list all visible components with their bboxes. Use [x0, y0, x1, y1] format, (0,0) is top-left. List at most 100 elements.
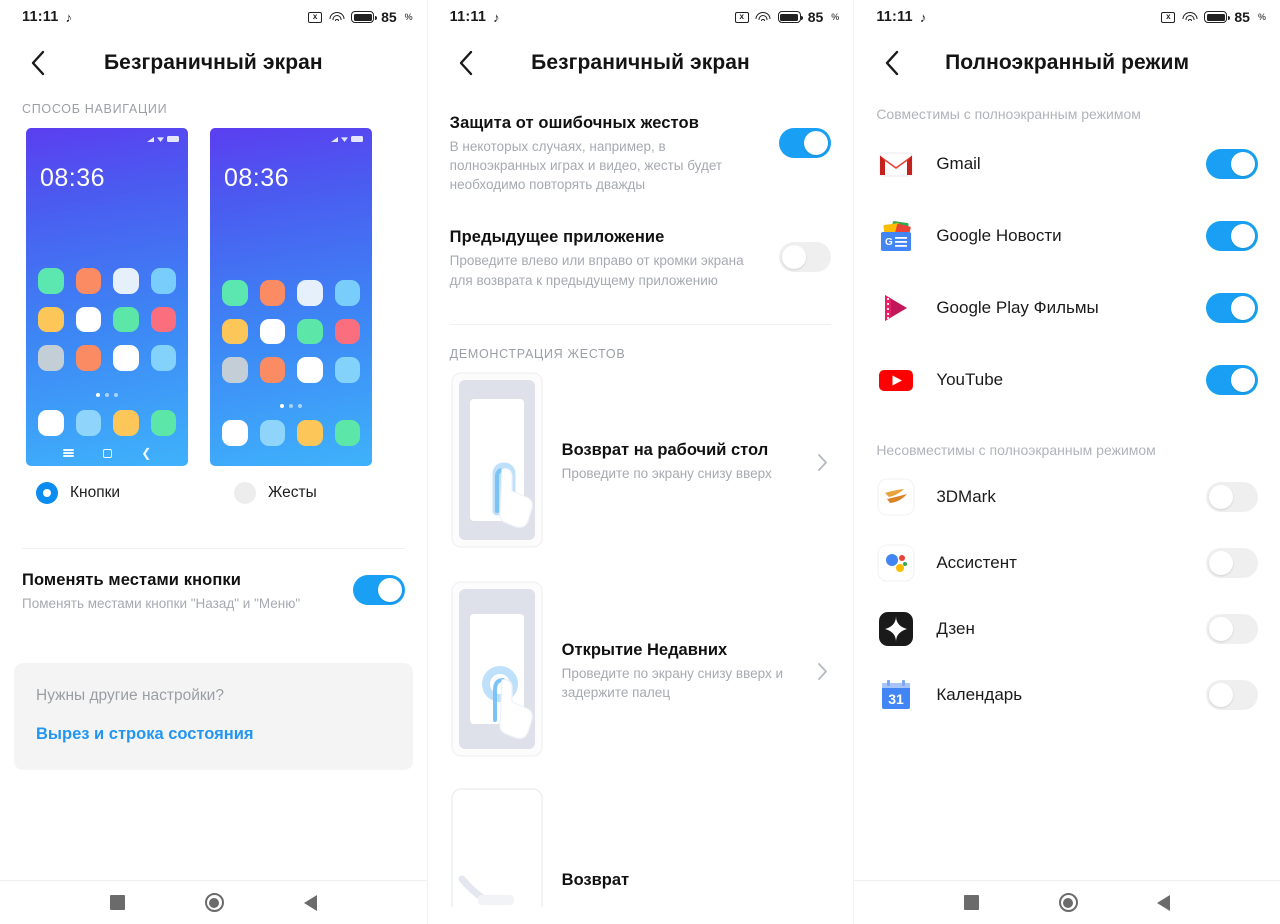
- setting-title: Предыдущее приложение: [449, 228, 665, 247]
- gesture-title: Возврат: [561, 870, 630, 889]
- system-nav-bar: [0, 880, 427, 924]
- status-icons: x 85 %: [308, 9, 413, 25]
- toggle-swap-buttons[interactable]: [352, 575, 405, 605]
- status-time: 11:11: [876, 9, 913, 25]
- triangle-back-icon[interactable]: [303, 894, 317, 911]
- percent-symbol: %: [831, 12, 840, 22]
- preview-buttons[interactable]: 08:36 ❮ Кнопки: [26, 128, 188, 504]
- signal-icon: [147, 136, 154, 142]
- app-name: Google Play Фильмы: [936, 298, 1099, 317]
- page-indicator: [26, 393, 188, 397]
- setting-row-previous-app[interactable]: Предыдущее приложение Проведите влево ил…: [428, 214, 854, 309]
- back-button[interactable]: [18, 43, 58, 83]
- battery-icon: [1204, 11, 1230, 23]
- preview-nav-bar: ❮: [26, 447, 188, 459]
- wifi-icon: [329, 11, 345, 23]
- setting-row-mistouch-protection[interactable]: Защита от ошибочных жестов В некоторых с…: [428, 92, 854, 214]
- setting-title: Поменять местами кнопки: [22, 571, 242, 589]
- three-panel-screenshot: 11:11 ♪ x 85 % Безграничный экран СПОСОБ…: [0, 0, 1280, 924]
- preview-dock-row: [38, 410, 176, 436]
- info-card-other-settings: Нужны другие настройки? Вырез и строка с…: [14, 663, 413, 771]
- panel-gesture-settings: 11:11 ♪ x 85 % Безграничный экран Защита: [426, 0, 854, 924]
- square-icon[interactable]: [109, 895, 125, 910]
- radio-unselected-icon[interactable]: [234, 482, 256, 504]
- google-play-movies-icon: [876, 288, 916, 328]
- app-row-3dmark[interactable]: 3DMark: [854, 464, 1280, 530]
- radio-option-buttons[interactable]: Кнопки: [26, 482, 188, 504]
- group-label-compatible: Совместимы с полноэкранным режимом: [876, 106, 1141, 122]
- setting-subtitle: В некоторых случаях, например, в полноэк…: [449, 139, 723, 193]
- panel2-content: Защита от ошибочных жестов В некоторых с…: [428, 92, 854, 924]
- phone-preview-image-buttons: 08:36 ❮: [26, 128, 188, 466]
- app-row-zen[interactable]: Дзен: [854, 596, 1280, 662]
- toggle-app-assistant[interactable]: [1205, 548, 1258, 578]
- page-title: Безграничный экран: [531, 51, 750, 74]
- radio-selected-icon[interactable]: [36, 482, 58, 504]
- chevron-left-icon: [31, 50, 45, 76]
- toggle-app-calendar[interactable]: [1205, 680, 1258, 710]
- chevron-left-icon: [459, 50, 472, 76]
- app-bar: Безграничный экран: [428, 34, 854, 92]
- app-name: Ассистент: [936, 553, 1017, 572]
- radio-option-gestures[interactable]: Жесты: [210, 482, 372, 504]
- google-news-icon: G: [876, 216, 916, 256]
- toggle-app-google-news[interactable]: [1205, 221, 1258, 251]
- google-calendar-icon: 31: [876, 675, 916, 715]
- toggle-mistouch-protection[interactable]: [779, 128, 832, 158]
- info-card-link[interactable]: Вырез и строка состояния: [36, 725, 391, 744]
- status-icons: x 85 %: [1161, 9, 1266, 25]
- app-row-google-news[interactable]: G Google Новости: [854, 200, 1280, 272]
- app-name: YouTube: [936, 370, 1004, 389]
- signal-icon: [331, 136, 338, 142]
- gesture-illustration-swipe-up-icon: [450, 371, 544, 554]
- music-note-icon: ♪: [919, 9, 927, 25]
- gesture-row-home[interactable]: Возврат на рабочий стол Проведите по экр…: [428, 367, 854, 558]
- x-icon: x: [308, 11, 323, 23]
- app-row-gmail[interactable]: Gmail: [854, 128, 1280, 200]
- setting-subtitle: Поменять местами кнопки "Назад" и "Меню": [22, 596, 301, 611]
- toggle-app-gmail[interactable]: [1205, 149, 1258, 179]
- section-label-navigation-method: СПОСОБ НАВИГАЦИИ: [22, 102, 168, 116]
- status-bar: 11:11 ♪ x 85 %: [428, 0, 854, 34]
- toggle-app-zen[interactable]: [1205, 614, 1258, 644]
- preview-gestures[interactable]: 08:36 Жесты: [210, 128, 372, 504]
- status-bar: 11:11 ♪ x 85 %: [0, 0, 427, 34]
- back-button[interactable]: [872, 43, 912, 83]
- gesture-row-recents[interactable]: Открытие Недавних Проведите по экрану сн…: [428, 558, 854, 767]
- radio-label-buttons: Кнопки: [70, 484, 121, 501]
- preview-dock-row: [222, 420, 360, 446]
- chevron-right-icon[interactable]: [811, 453, 833, 472]
- group-label-incompatible: Несовместимы с полноэкранным режимом: [876, 442, 1156, 458]
- circle-icon[interactable]: [1058, 893, 1078, 912]
- battery-icon: [167, 136, 179, 142]
- app-row-assistant[interactable]: Ассистент: [854, 530, 1280, 596]
- system-nav-bar: [854, 880, 1280, 924]
- triangle-back-icon[interactable]: [1157, 894, 1171, 911]
- svg-text:31: 31: [889, 691, 905, 707]
- setting-row-swap-buttons[interactable]: Поменять местами кнопки Поменять местами…: [0, 549, 427, 633]
- panel-navigation-settings: 11:11 ♪ x 85 % Безграничный экран СПОСОБ…: [0, 0, 427, 924]
- battery-icon: [351, 136, 363, 142]
- back-button[interactable]: [446, 43, 486, 83]
- chevron-left-icon: ❮: [141, 446, 152, 460]
- gesture-illustration-back-icon: [450, 787, 544, 924]
- app-row-google-play-movies[interactable]: Google Play Фильмы: [854, 272, 1280, 344]
- square-icon[interactable]: [964, 895, 980, 910]
- circle-icon[interactable]: [204, 893, 224, 912]
- app-row-youtube[interactable]: YouTube: [854, 344, 1280, 416]
- gesture-row-back[interactable]: Возврат: [428, 767, 854, 924]
- toggle-app-google-play-movies[interactable]: [1205, 293, 1258, 323]
- status-bar: 11:11 ♪ x 85 %: [854, 0, 1280, 34]
- chevron-right-icon[interactable]: [811, 662, 833, 681]
- app-row-calendar[interactable]: 31 Календарь: [854, 662, 1280, 728]
- chevron-left-icon: [886, 50, 899, 76]
- preview-clock: 08:36: [40, 164, 106, 192]
- page-title: Полноэкранный режим: [945, 51, 1190, 74]
- toggle-previous-app[interactable]: [779, 242, 832, 273]
- app-name: Календарь: [936, 685, 1023, 704]
- gmail-icon: [876, 144, 916, 184]
- toggle-app-3dmark[interactable]: [1205, 482, 1258, 512]
- x-icon: x: [734, 11, 749, 23]
- info-card-question: Нужны другие настройки?: [36, 687, 224, 705]
- toggle-app-youtube[interactable]: [1205, 365, 1258, 395]
